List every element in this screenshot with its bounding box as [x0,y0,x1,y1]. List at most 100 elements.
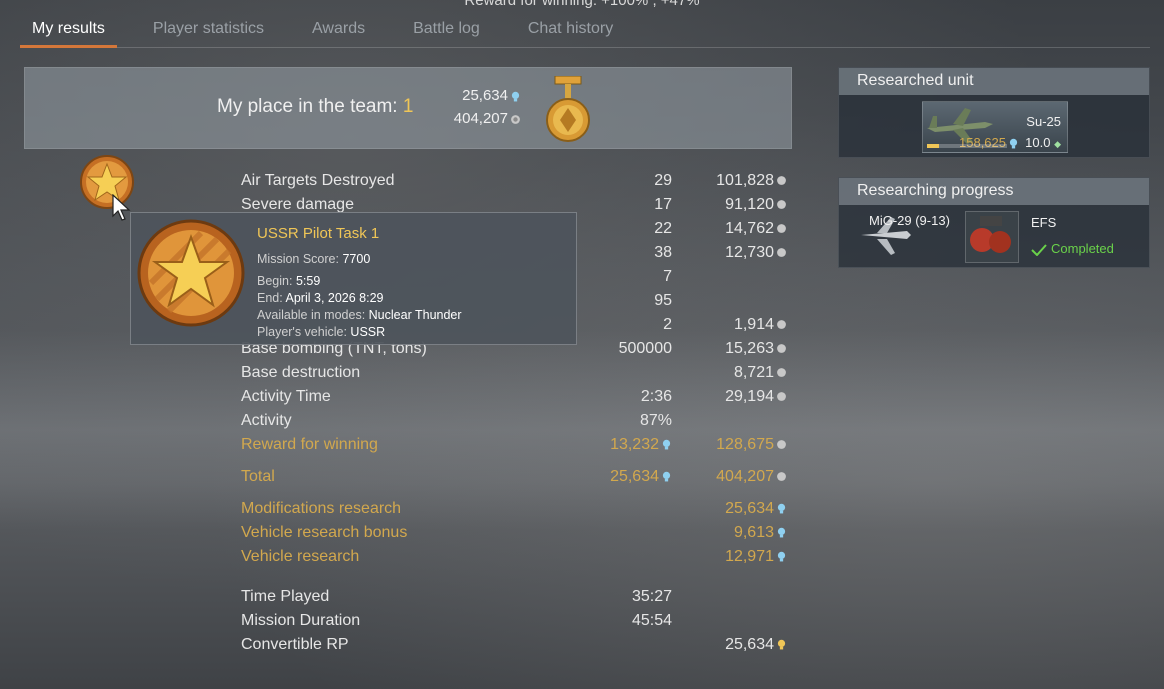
research-rp-text: 9,613 [733,524,774,541]
stat-label: Base destruction [241,364,361,381]
research-label: Vehicle research [241,548,360,565]
tooltip-end-value: April 3, 2026 8:29 [285,291,384,305]
rp-icon [777,504,786,514]
stat-reward-text: 1,914 [733,316,774,333]
tooltip-score-value: 7700 [342,252,371,266]
research-rp-text: 25,634 [725,500,774,517]
place-rp-value: 25,634 [462,87,521,104]
convertible-rp-text: 25,634 [725,636,774,653]
tab-awards[interactable]: Awards [300,12,377,48]
tab-player-statistics[interactable]: Player statistics [141,12,276,48]
mouse-cursor-icon [112,194,131,221]
rp-icon [777,552,786,562]
silver-lions-icon [777,176,786,186]
total-rp: 25,634 [610,468,672,486]
place-sl-value: 404,207 [454,110,521,127]
tab-my-results[interactable]: My results [20,12,117,48]
tooltip-vehicle: Player's vehicle: USSR [257,325,385,339]
convertible-rp-icon [777,640,786,650]
stat-reward: 12,730 [725,244,787,262]
research-row: Modifications research 25,634 [241,498,791,522]
stat-reward: 15,263 [725,340,787,358]
time-label: Mission Duration [241,612,361,629]
research-row: Vehicle research 12,971 [241,546,791,570]
tab-chat-history[interactable]: Chat history [516,12,625,48]
stat-count: 95 [654,292,672,309]
tooltip-modes-label: Available in modes: [257,308,366,322]
stat-reward-text: 128,675 [716,436,774,453]
stat-count: 2 [663,316,672,333]
silver-lions-icon [777,248,786,258]
tooltip-score-label: Mission Score: [257,252,339,266]
convertible-rp-row: Convertible RP 25,634 [241,634,791,658]
research-row: Vehicle research bonus 9,613 [241,522,791,546]
tooltip-begin-value: 5:59 [295,274,321,288]
convertible-rp-value: 25,634 [725,636,787,654]
researched-unit-name: Su-25 [1026,114,1061,129]
stat-row: Activity Time 2:36 29,194 [241,386,791,410]
module-card[interactable] [965,211,1019,263]
stat-reward: 1,914 [734,316,787,334]
mission-medal-large-icon [137,219,245,327]
total-rp-text: 25,634 [610,468,659,485]
place-rp-text: 25,634 [462,87,508,104]
stat-reward-text: 15,263 [725,340,774,357]
tooltip-score: Mission Score: 7700 [257,252,370,266]
team-place-label: My place in the team: 1 [217,96,413,118]
time-value: 45:54 [631,612,672,629]
battle-rating: 10.0 ◆ [1025,135,1061,150]
team-place-value: 1 [402,96,414,117]
researched-unit-card[interactable]: Su-25 158,625 10.0 ◆ [922,101,1068,153]
stat-reward-text: 91,120 [725,196,774,213]
team-place-panel: My place in the team: 1 25,634 404,207 [24,67,792,149]
research-rp: 12,971 [725,548,787,566]
research-rp: 9,613 [734,524,787,542]
time-label: Time Played [241,588,330,605]
convertible-rp-label: Convertible RP [241,636,349,653]
stat-rp-text: 13,232 [610,436,659,453]
tooltip-begin: Begin: 5:59 [257,274,320,288]
stat-rp: 13,232 [610,436,672,454]
rp-icon [511,91,520,101]
battle-rating-text: 10.0 [1025,135,1051,150]
silver-lions-icon [777,200,786,210]
silver-lions-icon [777,440,786,450]
win-reward-banner: Reward for winning: +100% , +47% [0,0,1164,9]
research-label: Vehicle research bonus [241,524,408,541]
tab-bar: My results Player statistics Awards Batt… [20,12,1150,48]
research-rp: 25,634 [725,500,787,518]
silver-lions-icon [777,344,786,354]
stat-count: 2:36 [640,388,672,405]
tooltip-modes-value: Nuclear Thunder [368,308,462,322]
win-reward-text: Reward for winning: +100% , +47% [464,0,700,9]
tooltip-begin-label: Begin: [257,274,293,288]
tooltip-modes: Available in modes: Nuclear Thunder [257,308,462,322]
research-rp-text: 12,971 [725,548,774,565]
stat-count: 38 [654,244,672,261]
stat-label: Activity Time [241,388,331,405]
module-status: Completed [1031,241,1114,257]
stat-count: 7 [663,268,672,285]
stat-count: 17 [654,196,672,213]
order-medal-icon [546,76,590,142]
researched-unit-header: Researched unit [839,68,1149,95]
tooltip-end: End: April 3, 2026 8:29 [257,291,384,305]
silver-lions-icon [777,320,786,330]
researching-vehicle-name: MiG-29 (9-13) [869,213,950,228]
stat-row: Base destruction 8,721 [241,362,791,386]
stat-reward-text: 29,194 [725,388,774,405]
stat-reward-text: 12,730 [725,244,774,261]
stat-reward: 101,828 [716,172,787,190]
researching-progress-header: Researching progress [839,178,1149,205]
module-status-text: Completed [1051,241,1114,256]
tooltip-end-label: End: [257,291,283,305]
rp-icon [1009,138,1018,149]
silver-lions-icon [777,472,786,482]
total-sl: 404,207 [716,468,787,486]
silver-lions-icon [777,392,786,402]
tab-battle-log[interactable]: Battle log [401,12,492,48]
stat-reward: 128,675 [716,436,787,454]
air-rank-icon: ◆ [1054,139,1061,149]
time-row: Mission Duration 45:54 [241,610,791,634]
total-label: Total [241,468,275,485]
